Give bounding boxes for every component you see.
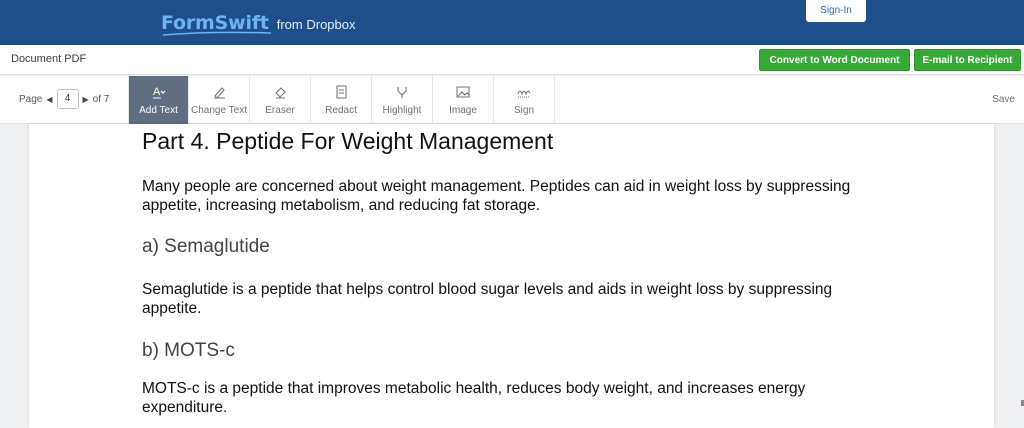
add-text-icon: A <box>152 86 165 99</box>
intro-paragraph[interactable]: Many people are concerned about weight m… <box>142 177 862 215</box>
document-title-bar: Document PDF Convert to Word Document E-… <box>0 45 1024 75</box>
tool-label: Eraser <box>265 105 295 116</box>
eraser-icon <box>275 87 286 99</box>
document-title: Document PDF <box>11 53 87 65</box>
pen-icon <box>214 87 225 99</box>
save-button[interactable]: Save <box>992 94 1015 105</box>
tool-image[interactable]: Image <box>433 76 494 124</box>
redact-icon <box>336 85 347 99</box>
page-navigator: Page ◀ 4 ▶ of 7 <box>19 89 109 109</box>
tool-label: Highlight <box>382 105 422 116</box>
tool-label: Add Text <box>139 105 178 116</box>
logo-subtitle: from Dropbox <box>276 17 356 32</box>
tool-label: Sign <box>513 105 534 116</box>
sign-in-button[interactable]: Sign-In <box>806 0 866 22</box>
document-viewport[interactable]: Part 4. Peptide For Weight Management Ma… <box>0 124 1024 428</box>
tool-label: Change Text <box>191 105 247 116</box>
tool-change-text[interactable]: Change Text <box>189 76 250 124</box>
tool-sign[interactable]: Sign <box>494 76 555 124</box>
email-to-recipient-button[interactable]: E-mail to Recipient <box>914 49 1021 71</box>
page-label: Page <box>19 93 43 105</box>
document-page[interactable]: Part 4. Peptide For Weight Management Ma… <box>29 124 994 428</box>
highlight-icon <box>397 87 407 98</box>
image-icon <box>456 86 470 98</box>
prev-page-icon[interactable]: ◀ <box>46 95 52 104</box>
mots-c-paragraph[interactable]: MOTS-c is a peptide that improves metabo… <box>142 379 862 417</box>
tool-label: Image <box>449 105 477 116</box>
semaglutide-paragraph[interactable]: Semaglutide is a peptide that helps cont… <box>142 280 862 318</box>
sign-icon <box>517 90 531 98</box>
tool-redact[interactable]: Redact <box>311 76 372 124</box>
tool-group: A Add Text Change Text Eraser Redact Hig… <box>128 76 555 124</box>
logo-swoosh-icon <box>162 31 272 36</box>
next-page-icon[interactable]: ▶ <box>83 95 89 104</box>
tool-eraser[interactable]: Eraser <box>250 76 311 124</box>
subheading-semaglutide[interactable]: a) Semaglutide <box>142 236 270 258</box>
subheading-mots-c[interactable]: b) MOTS-c <box>142 340 235 362</box>
tool-label: Redact <box>325 105 357 116</box>
formswift-logo[interactable]: FormSwift from Dropbox <box>161 12 356 36</box>
editor-toolbar: Page ◀ 4 ▶ of 7 A Add Text Change Text E… <box>0 76 1024 124</box>
tool-highlight[interactable]: Highlight <box>372 76 433 124</box>
page-total: of 7 <box>92 93 110 105</box>
page-number-input[interactable]: 4 <box>56 89 79 109</box>
convert-to-word-button[interactable]: Convert to Word Document <box>759 49 910 71</box>
top-header: FormSwift from Dropbox Sign-In <box>0 0 1024 45</box>
svg-text:A: A <box>153 86 161 98</box>
tool-add-text[interactable]: A Add Text <box>128 76 189 124</box>
section-heading[interactable]: Part 4. Peptide For Weight Management <box>142 128 553 155</box>
